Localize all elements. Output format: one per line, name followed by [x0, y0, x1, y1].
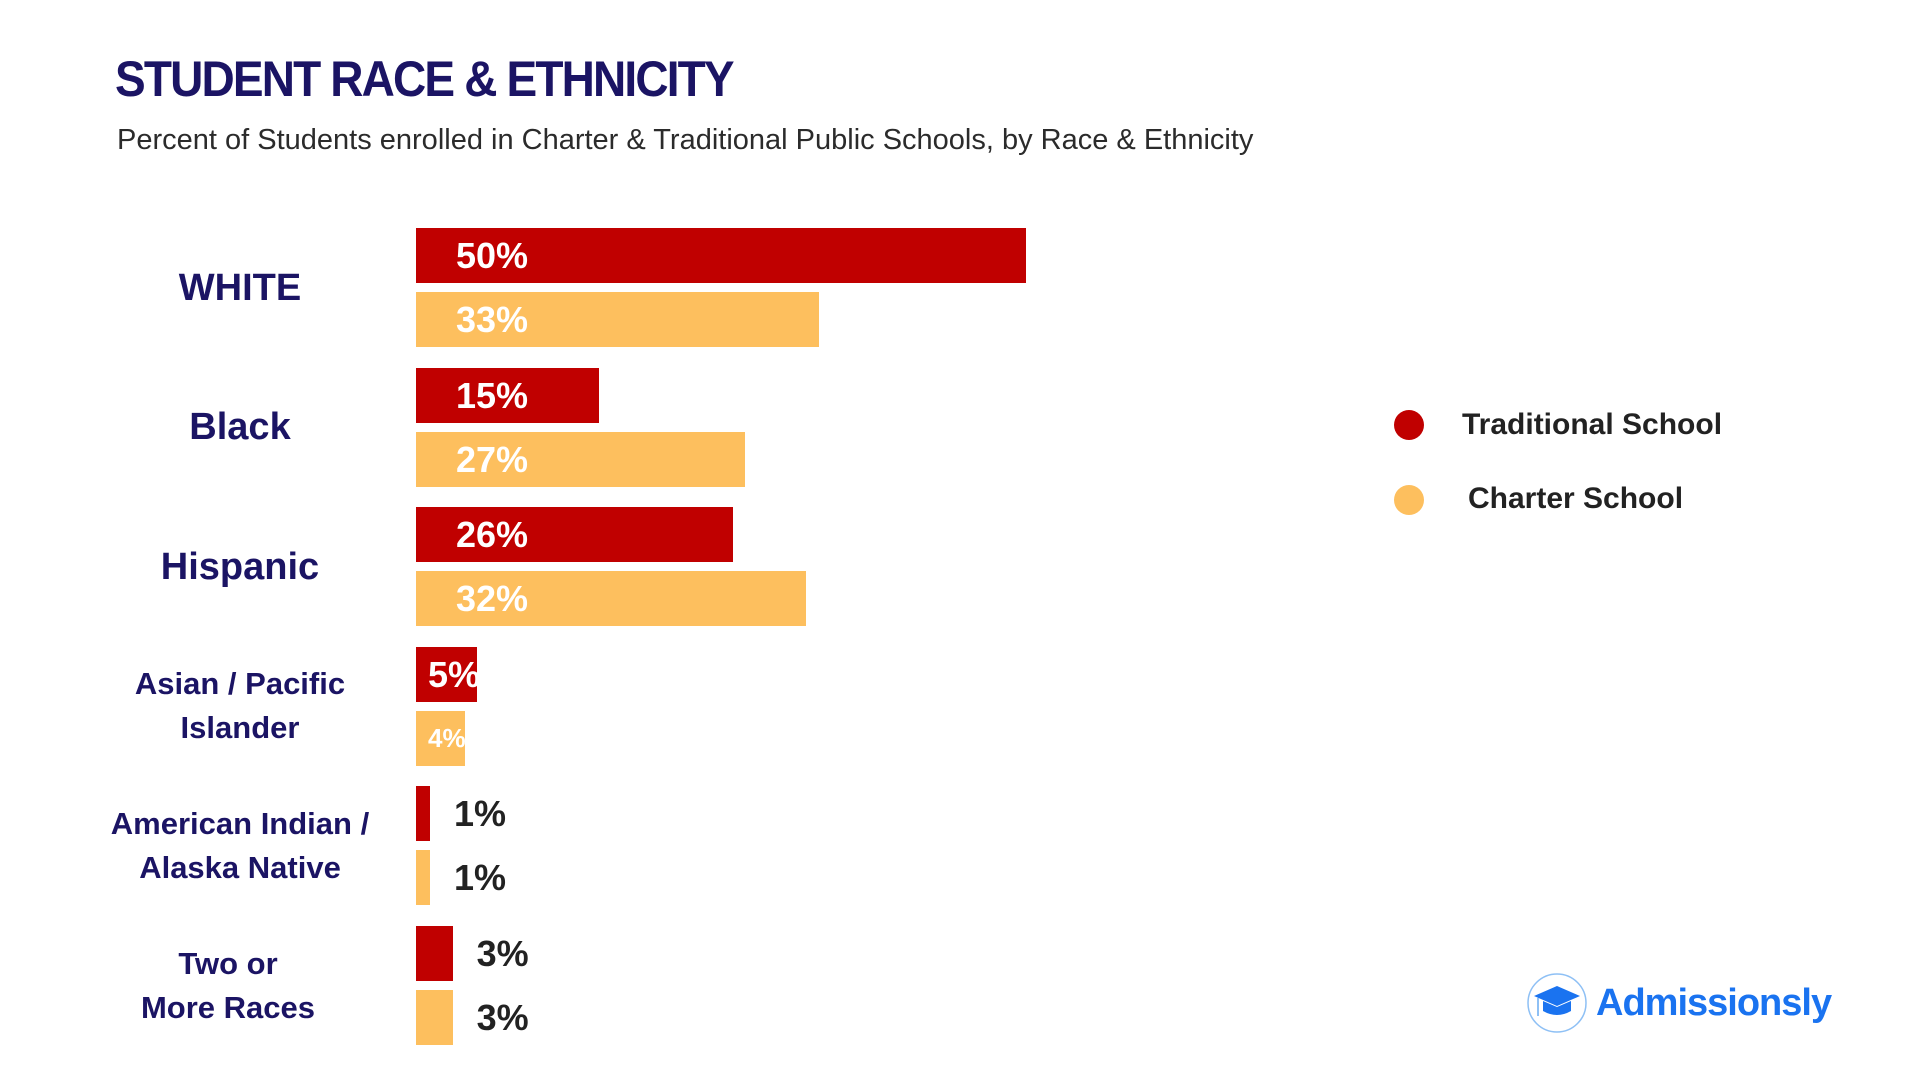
data-label: 5% — [428, 653, 481, 695]
category-label: Asian / Pacific Islander — [40, 662, 440, 750]
data-label: 3% — [476, 997, 529, 1038]
legend-marker-traditional — [1394, 410, 1424, 440]
category-label: Two or More Races — [28, 942, 428, 1030]
bar-traditional — [416, 926, 453, 981]
data-label: 27% — [456, 438, 529, 480]
bar-traditional — [416, 786, 430, 842]
graduation-cap-icon — [1527, 973, 1587, 1033]
category-label-line: Alaska Native — [139, 849, 341, 885]
category-label: Hispanic — [40, 545, 440, 589]
bar-charter — [416, 990, 453, 1045]
category-label: Black — [40, 405, 440, 449]
category-label: American Indian / Alaska Native — [40, 802, 440, 890]
data-label: 1% — [454, 793, 507, 835]
chart-subtitle: Percent of Students enrolled in Charter … — [117, 124, 1254, 156]
legend-label-charter: Charter School — [1468, 482, 1684, 515]
category-label-line: American Indian / — [110, 805, 370, 841]
legend-marker-charter — [1394, 485, 1424, 515]
category-label-line: Asian / Pacific — [134, 666, 346, 702]
data-label: 33% — [456, 299, 529, 340]
data-label: 3% — [476, 933, 529, 974]
data-label: 15% — [456, 374, 529, 416]
data-label: 26% — [456, 514, 529, 556]
category-label: WHITE — [40, 266, 440, 310]
category-label-line: Islander — [180, 710, 300, 746]
category-label-line: Hispanic — [160, 545, 320, 588]
data-label: 4% — [428, 722, 466, 753]
category-label-line: Black — [189, 406, 291, 449]
data-label: 1% — [454, 857, 507, 899]
category-label-line: More Races — [140, 989, 316, 1025]
data-label: 32% — [456, 578, 529, 620]
chart-title: STUDENT RACE & ETHNICITY — [115, 51, 735, 107]
brand-name: Admissionsly — [1596, 981, 1832, 1024]
data-label: 50% — [456, 235, 529, 276]
brand-logo: Admissionsly — [1524, 972, 1832, 1034]
category-label-line: Two or — [178, 945, 278, 981]
category-label-line: WHITE — [178, 266, 302, 309]
bar-charter — [416, 850, 430, 906]
legend-label-traditional: Traditional School — [1462, 408, 1723, 441]
